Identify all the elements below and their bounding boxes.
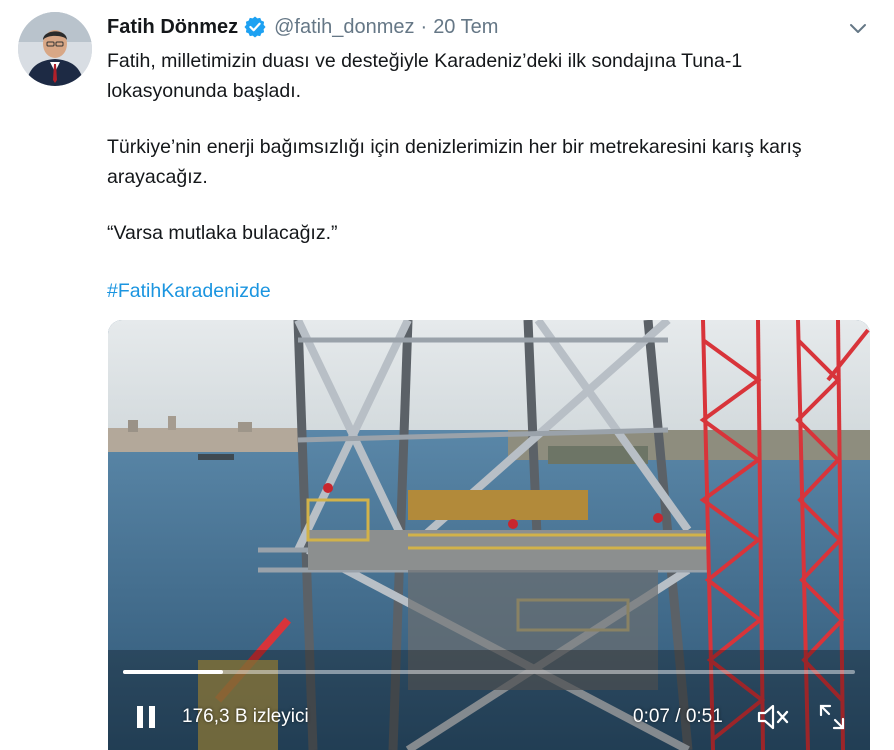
video-controls: 176,3 B izleyici 0:07 / 0:51 (108, 698, 870, 738)
tweet-date[interactable]: 20 Tem (433, 16, 498, 39)
video-timecode: 0:07 / 0:51 (633, 706, 723, 728)
avatar-image (18, 12, 92, 86)
header-separator: · (420, 15, 428, 38)
tweet-paragraph: Fatih, milletimizin duası ve desteğiyle … (107, 50, 743, 102)
avatar[interactable] (18, 12, 92, 86)
time-current: 0:07 (633, 706, 670, 727)
author-handle[interactable]: @fatih_donmez (274, 16, 414, 39)
video-player[interactable]: 176,3 B izleyici 0:07 / 0:51 (108, 320, 870, 750)
volume-muted-icon[interactable] (756, 703, 790, 731)
video-progress-bar[interactable] (123, 670, 855, 674)
tweet-paragraph: “Varsa mutlaka bulacağız.” (107, 222, 338, 244)
time-separator: / (675, 706, 681, 727)
verified-badge-icon (244, 16, 266, 38)
chevron-down-icon[interactable] (846, 16, 870, 40)
tweet-header: Fatih Dönmez @fatih_donmez · 20 Tem (107, 14, 498, 40)
pause-icon[interactable] (134, 704, 158, 730)
hashtag-link[interactable]: #FatihKaradenizde (107, 276, 271, 306)
author-name[interactable]: Fatih Dönmez (107, 16, 238, 39)
video-progress-fill (123, 670, 224, 674)
tweet-paragraph: Türkiye’nin enerji bağımsızlığı için den… (107, 136, 802, 188)
fullscreen-icon[interactable] (818, 703, 846, 731)
video-frame (108, 320, 870, 750)
time-total: 0:51 (685, 706, 723, 727)
view-count: 176,3 B izleyici (182, 706, 309, 727)
